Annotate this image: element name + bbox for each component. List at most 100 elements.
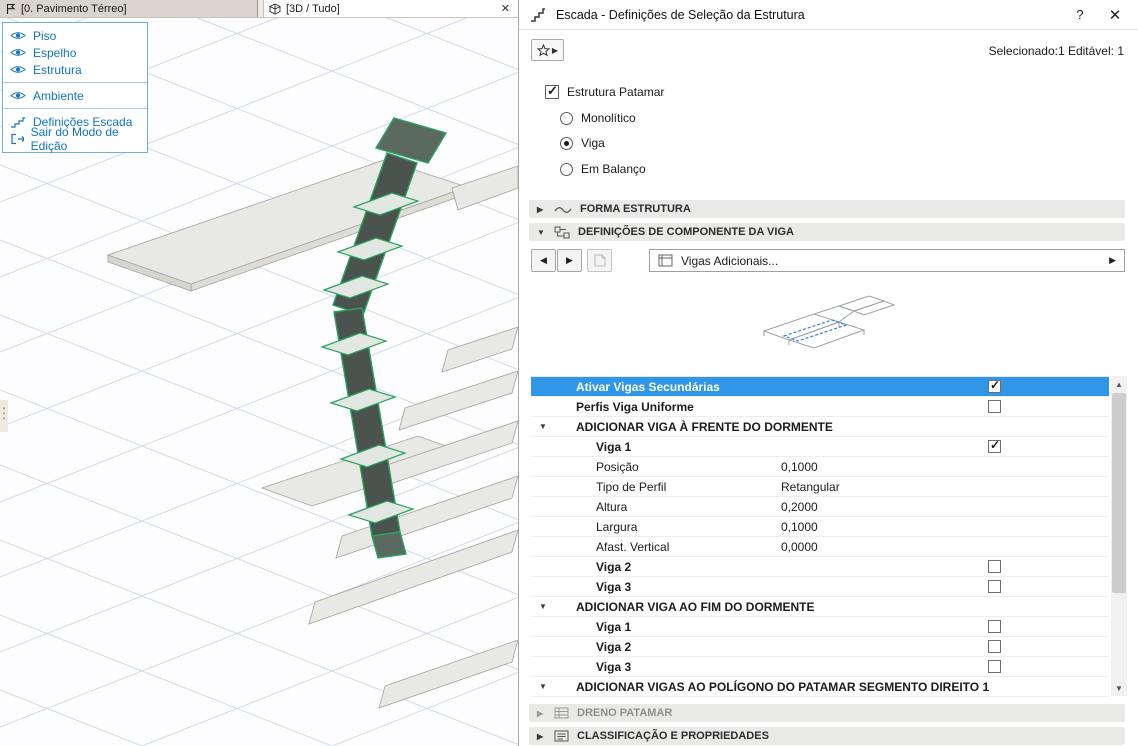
help-button[interactable]: ? [1067,3,1093,27]
radio-viga[interactable] [560,136,573,150]
stair-settings-icon [11,116,25,128]
collapse-arrow-icon[interactable]: ▼ [539,682,547,691]
scroll-down-icon[interactable]: ▼ [1111,680,1127,696]
edit-panel-item-estrutura[interactable]: Estrutura [3,61,147,78]
row-label: Perfis Viga Uniforme [576,400,694,414]
tab-3d-label: [3D / Tudo] [286,2,340,15]
component-page-navigator: ◀ ▶ Vigas Adicionais... ▶ [531,249,1125,272]
radio-viga-row[interactable]: Viga [560,136,605,150]
table-row[interactable]: Tipo de Perfil Retangular [531,477,1109,497]
tab-3d-all[interactable]: [3D / Tudo] ✕ [263,0,518,17]
collapse-arrow-icon[interactable]: ▶ [537,732,546,741]
radio-viga-label: Viga [581,136,605,150]
section-label: FORMA ESTRUTURA [580,203,691,215]
table-group-row[interactable]: ▼ ADICIONAR VIGA À FRENTE DO DORMENTE [531,417,1109,437]
table-row[interactable]: Afast. Vertical 0,0000 [531,537,1109,557]
viewport-tabbar: [0. Pavimento Térreo] [3D / Tudo] ✕ [0,0,518,18]
edit-panel-item-piso[interactable]: Piso [3,27,147,44]
row-checkbox[interactable] [988,438,1001,453]
section-label: DEFINIÇÕES DE COMPONENTE DA VIGA [578,226,794,238]
collapse-arrow-icon[interactable]: ▼ [539,422,547,431]
edit-panel-item-sair-edicao[interactable]: Sair do Modo de Edição [3,125,147,153]
section-dreno-patamar[interactable]: ▶ DRENO PATAMAR [529,704,1125,722]
row-value[interactable]: 0,0000 [781,540,818,554]
row-checkbox[interactable] [988,580,1001,593]
section-classificacao[interactable]: ▶ CLASSIFICAÇÃO E PROPRIEDADES [529,727,1125,745]
estrutura-patamar-checkbox[interactable] [545,83,559,99]
3d-cube-icon [269,2,281,15]
row-label: Altura [596,500,628,514]
component-page-selector[interactable]: Vigas Adicionais... ▶ [649,249,1125,272]
table-row[interactable]: Viga 2 [531,557,1109,577]
row-value[interactable]: 0,1000 [781,460,818,474]
table-row[interactable]: Viga 3 [531,577,1109,597]
table-row[interactable]: Viga 2 [531,637,1109,657]
radio-em-balanco-label: Em Balanço [581,162,646,176]
collapse-arrow-icon[interactable]: ▶ [537,205,546,214]
row-value[interactable]: 0,2000 [781,500,818,514]
palette-grip[interactable]: • • • [0,400,8,432]
scroll-up-icon[interactable]: ▲ [1111,376,1127,392]
collapse-arrow-icon[interactable]: ▼ [539,602,547,611]
selection-status: Selecionado:1 Editável: 1 [988,44,1124,58]
table-row[interactable]: Ativar Vigas Secundárias [531,377,1109,397]
collapse-arrow-icon[interactable]: ▼ [537,228,546,237]
table-group-row[interactable]: ▼ ADICIONAR VIGA AO FIM DO DORMENTE [531,597,1109,617]
drain-table-icon [554,707,569,719]
stair-bottom-beam[interactable] [371,531,407,559]
dialog-close-button[interactable]: ✕ [1102,3,1128,27]
radio-monolitico[interactable] [560,111,573,125]
row-checkbox[interactable] [988,660,1001,673]
row-checkbox[interactable] [988,640,1001,653]
row-checkbox[interactable] [988,378,1001,393]
row-label: Largura [596,520,638,534]
viewport-3d: [0. Pavimento Térreo] [3D / Tudo] ✕ Piso… [0,0,518,746]
row-label: Viga 3 [596,660,632,674]
beam-table: Ativar Vigas Secundárias Perfis Viga Unif… [531,376,1109,697]
radio-monolitico-row[interactable]: Monolítico [560,111,636,125]
favorites-button[interactable]: ▶ [531,39,564,61]
row-label: ADICIONAR VIGA AO FIM DO DORMENTE [576,600,815,614]
table-group-row[interactable]: ▼ ADICIONAR VIGAS AO POLÍGONO DO PATAMAR … [531,677,1109,697]
table-row[interactable]: Altura 0,2000 [531,497,1109,517]
row-label: Tipo de Perfil [596,480,667,494]
new-page-icon [594,254,605,267]
table-scrollbar[interactable]: ▲ ▼ [1111,376,1127,696]
next-page-button[interactable]: ▶ [557,249,582,272]
edit-panel-label: Estrutura [33,62,82,77]
row-label: Viga 1 [596,440,632,454]
profile-page-icon [658,254,673,267]
prev-page-button[interactable]: ◀ [531,249,556,272]
row-label: Viga 1 [596,620,632,634]
panel-divider [3,82,147,83]
next-page-arrow-icon[interactable]: ▶ [1109,255,1116,266]
row-checkbox[interactable] [988,620,1001,633]
table-row[interactable]: Posição 0,1000 [531,457,1109,477]
star-icon [536,43,550,56]
estrutura-patamar-checkbox-row[interactable]: Estrutura Patamar [545,83,664,99]
edit-panel-item-ambiente[interactable]: Ambiente [3,87,147,104]
table-row[interactable]: Viga 1 [531,437,1109,457]
scroll-thumb[interactable] [1112,393,1126,593]
panel-divider [3,108,147,109]
section-componentes-viga[interactable]: ▼ DEFINIÇÕES DE COMPONENTE DA VIGA [529,223,1125,241]
tab-floor-plan[interactable]: [0. Pavimento Térreo] [0,0,258,17]
section-forma-estrutura[interactable]: ▶ FORMA ESTRUTURA [529,200,1125,218]
row-value[interactable]: 0,1000 [781,520,818,534]
row-label: Afast. Vertical [596,540,670,554]
new-component-button[interactable] [587,249,612,272]
row-checkbox[interactable] [988,400,1001,413]
row-value[interactable]: Retangular [781,480,840,494]
radio-em-balanco-row[interactable]: Em Balanço [560,162,646,176]
radio-em-balanco[interactable] [560,162,573,176]
table-row[interactable]: Viga 1 [531,617,1109,637]
table-row[interactable]: Perfis Viga Uniforme [531,397,1109,417]
tab-floor-plan-label: [0. Pavimento Térreo] [21,2,127,15]
tab-close-icon[interactable]: ✕ [498,2,513,15]
stair-edit-panel: Piso Espelho Estrutura Ambiente Definiçõ… [2,22,148,153]
collapse-arrow-icon[interactable]: ▶ [537,709,546,718]
row-checkbox[interactable] [988,560,1001,573]
edit-panel-item-espelho[interactable]: Espelho [3,44,147,61]
table-row[interactable]: Viga 3 [531,657,1109,677]
table-row[interactable]: Largura 0,1000 [531,517,1109,537]
